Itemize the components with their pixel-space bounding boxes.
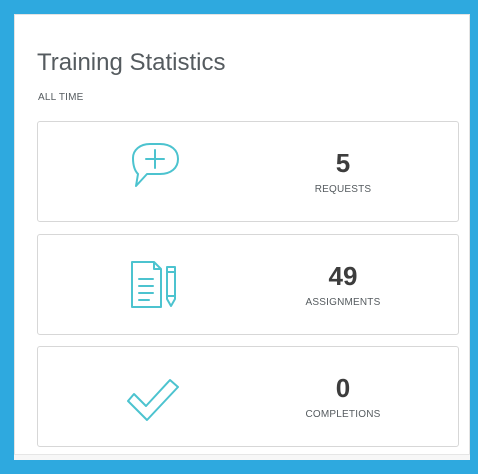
requests-count: 5 xyxy=(335,148,351,178)
stat-card-requests[interactable]: 5 REQUESTS xyxy=(37,121,459,222)
widget-subtitle: ALL TIME xyxy=(38,92,84,103)
widget-title: Training Statistics xyxy=(37,49,226,76)
assignments-label: ASSIGNMENTS xyxy=(305,297,381,308)
requests-label: REQUESTS xyxy=(314,184,372,195)
training-statistics-widget: Training Statistics ALL TIME 5 REQUESTS … xyxy=(14,14,470,454)
speech-bubble-plus-icon xyxy=(120,138,188,206)
document-pencil-icon xyxy=(120,251,188,319)
completions-label: COMPLETIONS xyxy=(305,409,381,420)
stat-card-assignments[interactable]: 49 ASSIGNMENTS xyxy=(37,234,459,335)
checkmark-icon xyxy=(120,363,188,431)
completions-count: 0 xyxy=(335,373,351,403)
stat-card-completions[interactable]: 0 COMPLETIONS xyxy=(37,346,459,447)
panel-bottom-edge xyxy=(14,454,470,460)
assignments-count: 49 xyxy=(328,261,358,291)
